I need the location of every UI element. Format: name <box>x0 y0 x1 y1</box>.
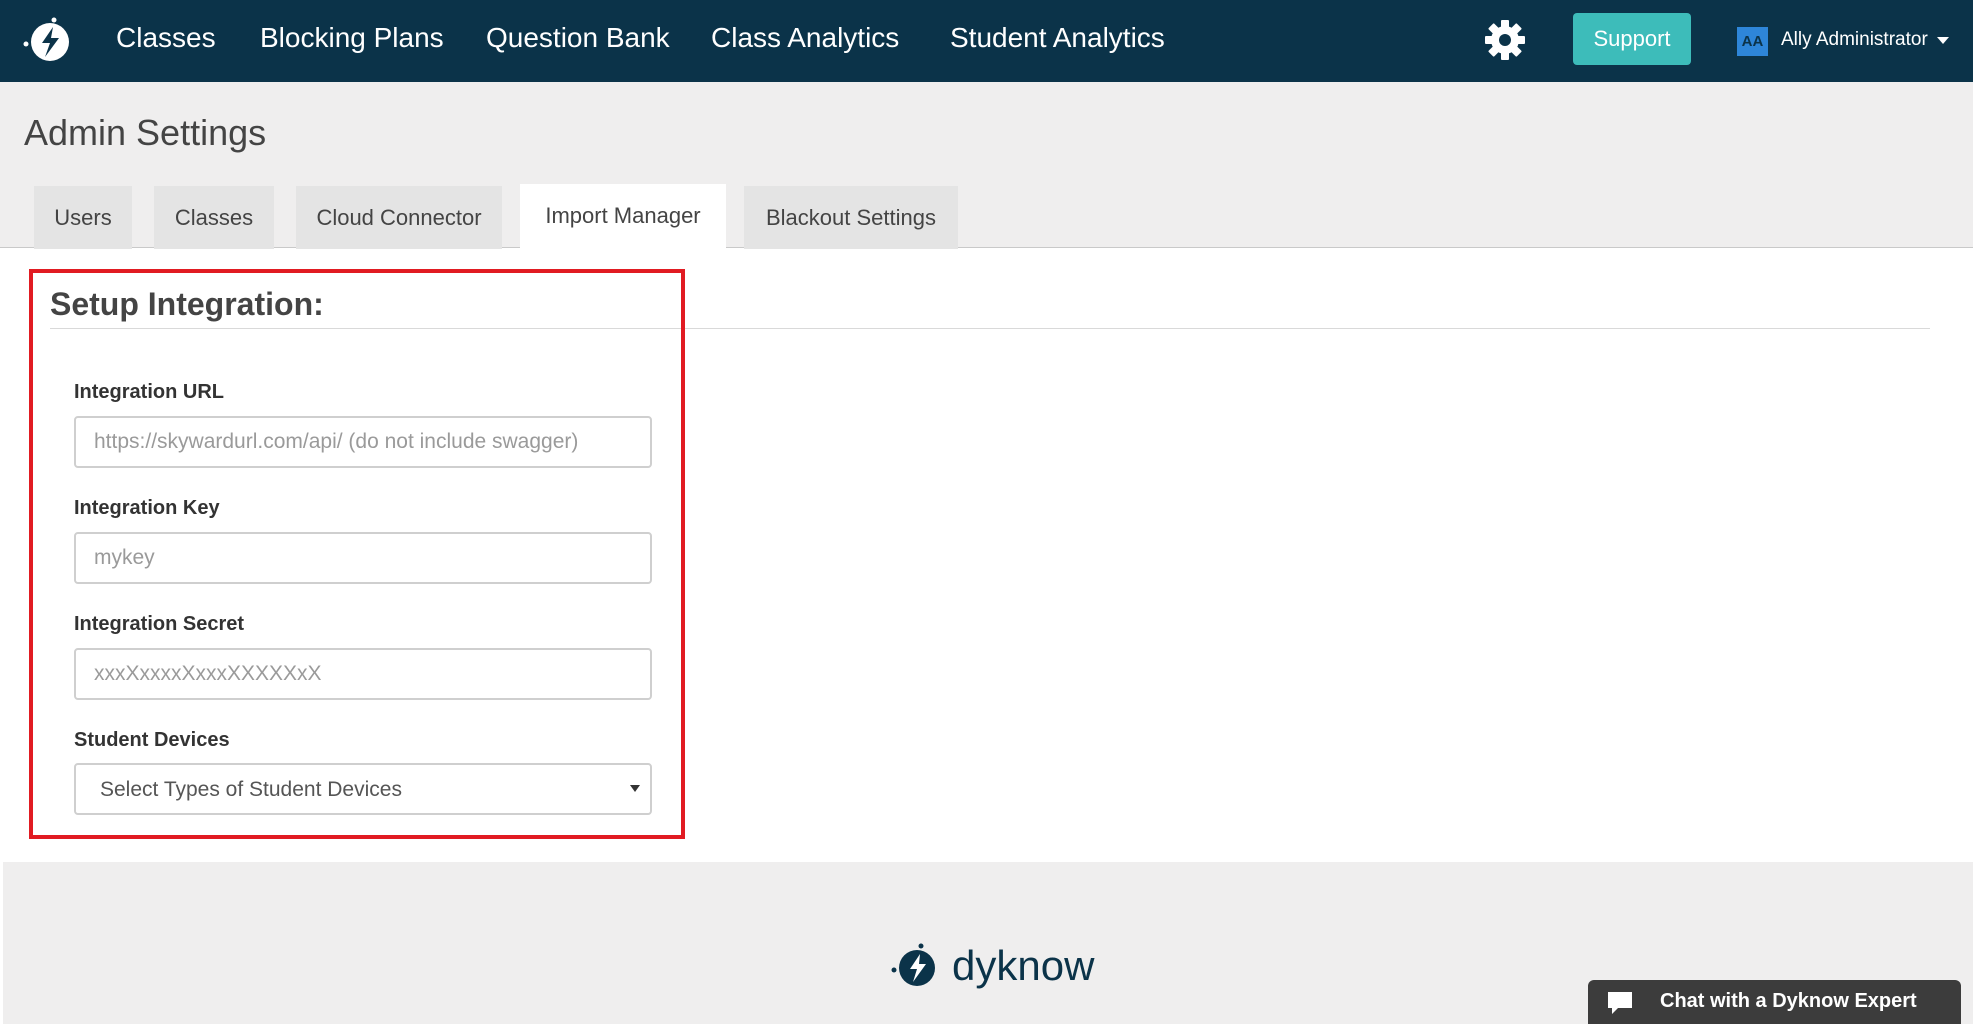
dyknow-logo-icon[interactable] <box>20 14 76 68</box>
nav-link-question-bank[interactable]: Question Bank <box>486 22 670 54</box>
chevron-down-icon <box>630 785 640 792</box>
tab-import-manager[interactable]: Import Manager <box>520 184 726 249</box>
chat-expert-button[interactable]: Chat with a Dyknow Expert <box>1588 980 1961 1024</box>
section-title: Setup Integration: <box>50 286 324 322</box>
tab-classes[interactable]: Classes <box>154 186 274 249</box>
integration-key-input[interactable] <box>74 532 652 584</box>
tab-users[interactable]: Users <box>34 186 132 249</box>
user-menu-name[interactable]: Ally Administrator <box>1781 29 1928 51</box>
integration-url-input[interactable] <box>74 416 652 468</box>
integration-url-label: Integration URL <box>74 381 224 403</box>
integration-key-label: Integration Key <box>74 497 220 519</box>
nav-link-student-analytics[interactable]: Student Analytics <box>950 22 1165 54</box>
chat-expert-label: Chat with a Dyknow Expert <box>1660 990 1917 1012</box>
student-devices-placeholder: Select Types of Student Devices <box>100 778 402 801</box>
footer-brand: dyknow <box>952 942 1095 989</box>
support-button[interactable]: Support <box>1573 13 1691 65</box>
integration-secret-input[interactable] <box>74 648 652 700</box>
caret-down-icon[interactable] <box>1937 37 1949 44</box>
tab-cloud-connector[interactable]: Cloud Connector <box>296 186 502 249</box>
top-navbar: Classes Blocking Plans Question Bank Cla… <box>0 0 1973 82</box>
gear-icon[interactable] <box>1484 19 1526 61</box>
chat-bubble-icon <box>1608 992 1632 1014</box>
student-devices-label: Student Devices <box>74 729 230 751</box>
nav-link-blocking-plans[interactable]: Blocking Plans <box>260 22 444 54</box>
avatar[interactable]: AA <box>1737 27 1768 56</box>
page-title: Admin Settings <box>24 112 267 153</box>
nav-link-class-analytics[interactable]: Class Analytics <box>711 22 899 54</box>
nav-link-classes[interactable]: Classes <box>116 22 216 54</box>
tab-blackout-settings[interactable]: Blackout Settings <box>744 186 958 249</box>
section-divider <box>50 328 1930 329</box>
student-devices-select[interactable]: Select Types of Student Devices <box>74 763 652 815</box>
integration-secret-label: Integration Secret <box>74 613 245 635</box>
dyknow-footer-logo-icon <box>891 943 935 986</box>
